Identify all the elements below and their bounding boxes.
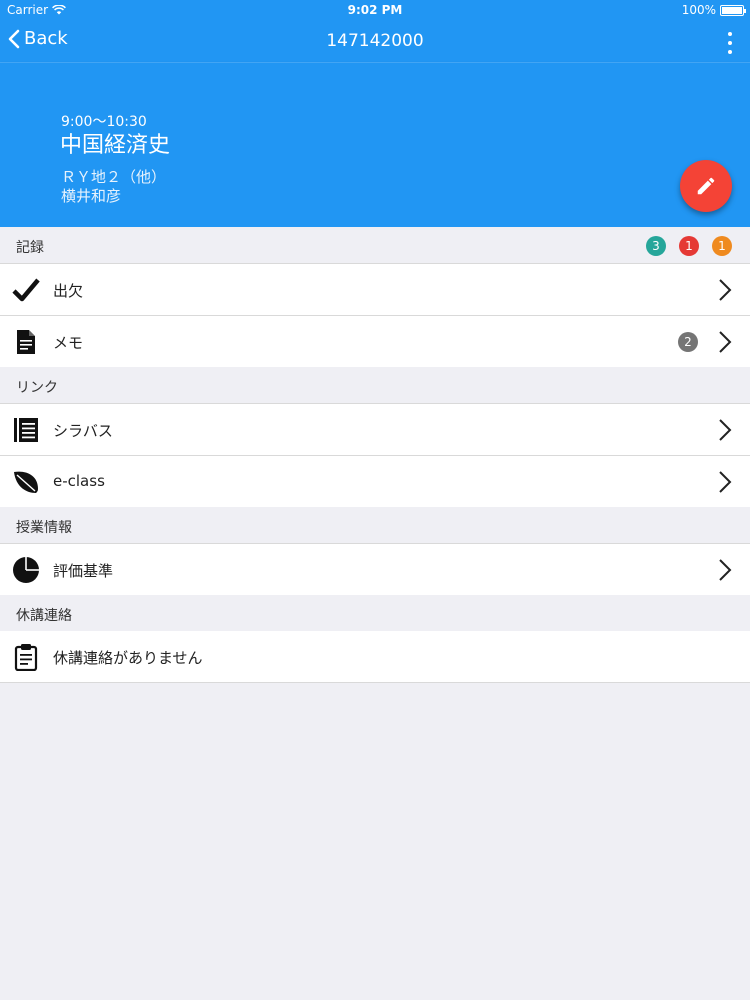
row-label-attendance: 出欠 xyxy=(53,282,84,300)
clipboard-icon xyxy=(12,643,40,671)
battery-icon xyxy=(720,4,746,16)
row-label-memo: メモ xyxy=(53,334,84,352)
section-label-class-info: 授業情報 xyxy=(16,520,72,536)
nav-title: 147142000 xyxy=(326,31,424,51)
row-label-grading: 評価基準 xyxy=(53,562,114,580)
row-label-no-cancellation: 休講連絡がありません xyxy=(53,649,203,667)
section-label-cancellation: 休講連絡 xyxy=(16,608,72,624)
badge-orange: 1 xyxy=(712,236,732,256)
course-teacher: 横井和彦 xyxy=(61,187,122,205)
section-header-cancellation: 休講連絡 xyxy=(0,595,750,632)
row-label-syllabus: シラバス xyxy=(53,422,113,440)
leaf-icon xyxy=(12,468,40,496)
badge-red: 1 xyxy=(679,236,699,256)
row-grading[interactable]: 評価基準 xyxy=(0,544,750,596)
section-header-links: リンク xyxy=(0,367,750,404)
row-memo[interactable]: メモ 2 xyxy=(0,316,750,368)
status-time: 9:02 PM xyxy=(347,3,403,17)
document-icon xyxy=(12,328,40,356)
row-attendance[interactable]: 出欠 xyxy=(0,264,750,316)
course-room: ＲＹ地２（他） xyxy=(61,168,167,186)
battery-label: 100% xyxy=(681,3,716,17)
section-header-class-info: 授業情報 xyxy=(0,507,750,544)
pencil-icon xyxy=(697,177,715,195)
status-bar: Carrier 9:02 PM 100% xyxy=(0,0,750,22)
chevron-right-icon xyxy=(719,559,732,581)
badge-green: 3 xyxy=(646,236,666,256)
row-label-eclass: e-class xyxy=(53,472,105,490)
more-options-icon[interactable] xyxy=(726,32,734,54)
row-syllabus[interactable]: シラバス xyxy=(0,404,750,456)
chevron-right-icon xyxy=(719,279,732,301)
course-header: 9:00〜10:30 中国経済史 ＲＹ地２（他） 横井和彦 xyxy=(0,62,750,227)
section-label-links: リンク xyxy=(16,380,58,396)
row-eclass[interactable]: e-class xyxy=(0,456,750,508)
checkmark-icon xyxy=(12,276,40,304)
row-no-cancellation: 休講連絡がありません xyxy=(0,631,750,683)
chevron-right-icon xyxy=(719,331,732,353)
chevron-right-icon xyxy=(719,471,732,493)
edit-button[interactable] xyxy=(680,160,732,212)
battery-info: 100% xyxy=(681,3,746,17)
pie-chart-icon xyxy=(12,556,40,584)
navigation-bar: Back 147142000 xyxy=(0,22,750,62)
section-header-record: 記録 3 1 1 xyxy=(0,227,750,264)
empty-area xyxy=(0,683,750,1000)
memo-count-badge: 2 xyxy=(678,332,698,352)
section-label-record: 記録 xyxy=(16,240,44,256)
chevron-right-icon xyxy=(719,419,732,441)
record-badges: 3 1 1 xyxy=(646,236,732,256)
list-icon xyxy=(12,416,40,444)
course-name: 中国経済史 xyxy=(60,133,171,158)
